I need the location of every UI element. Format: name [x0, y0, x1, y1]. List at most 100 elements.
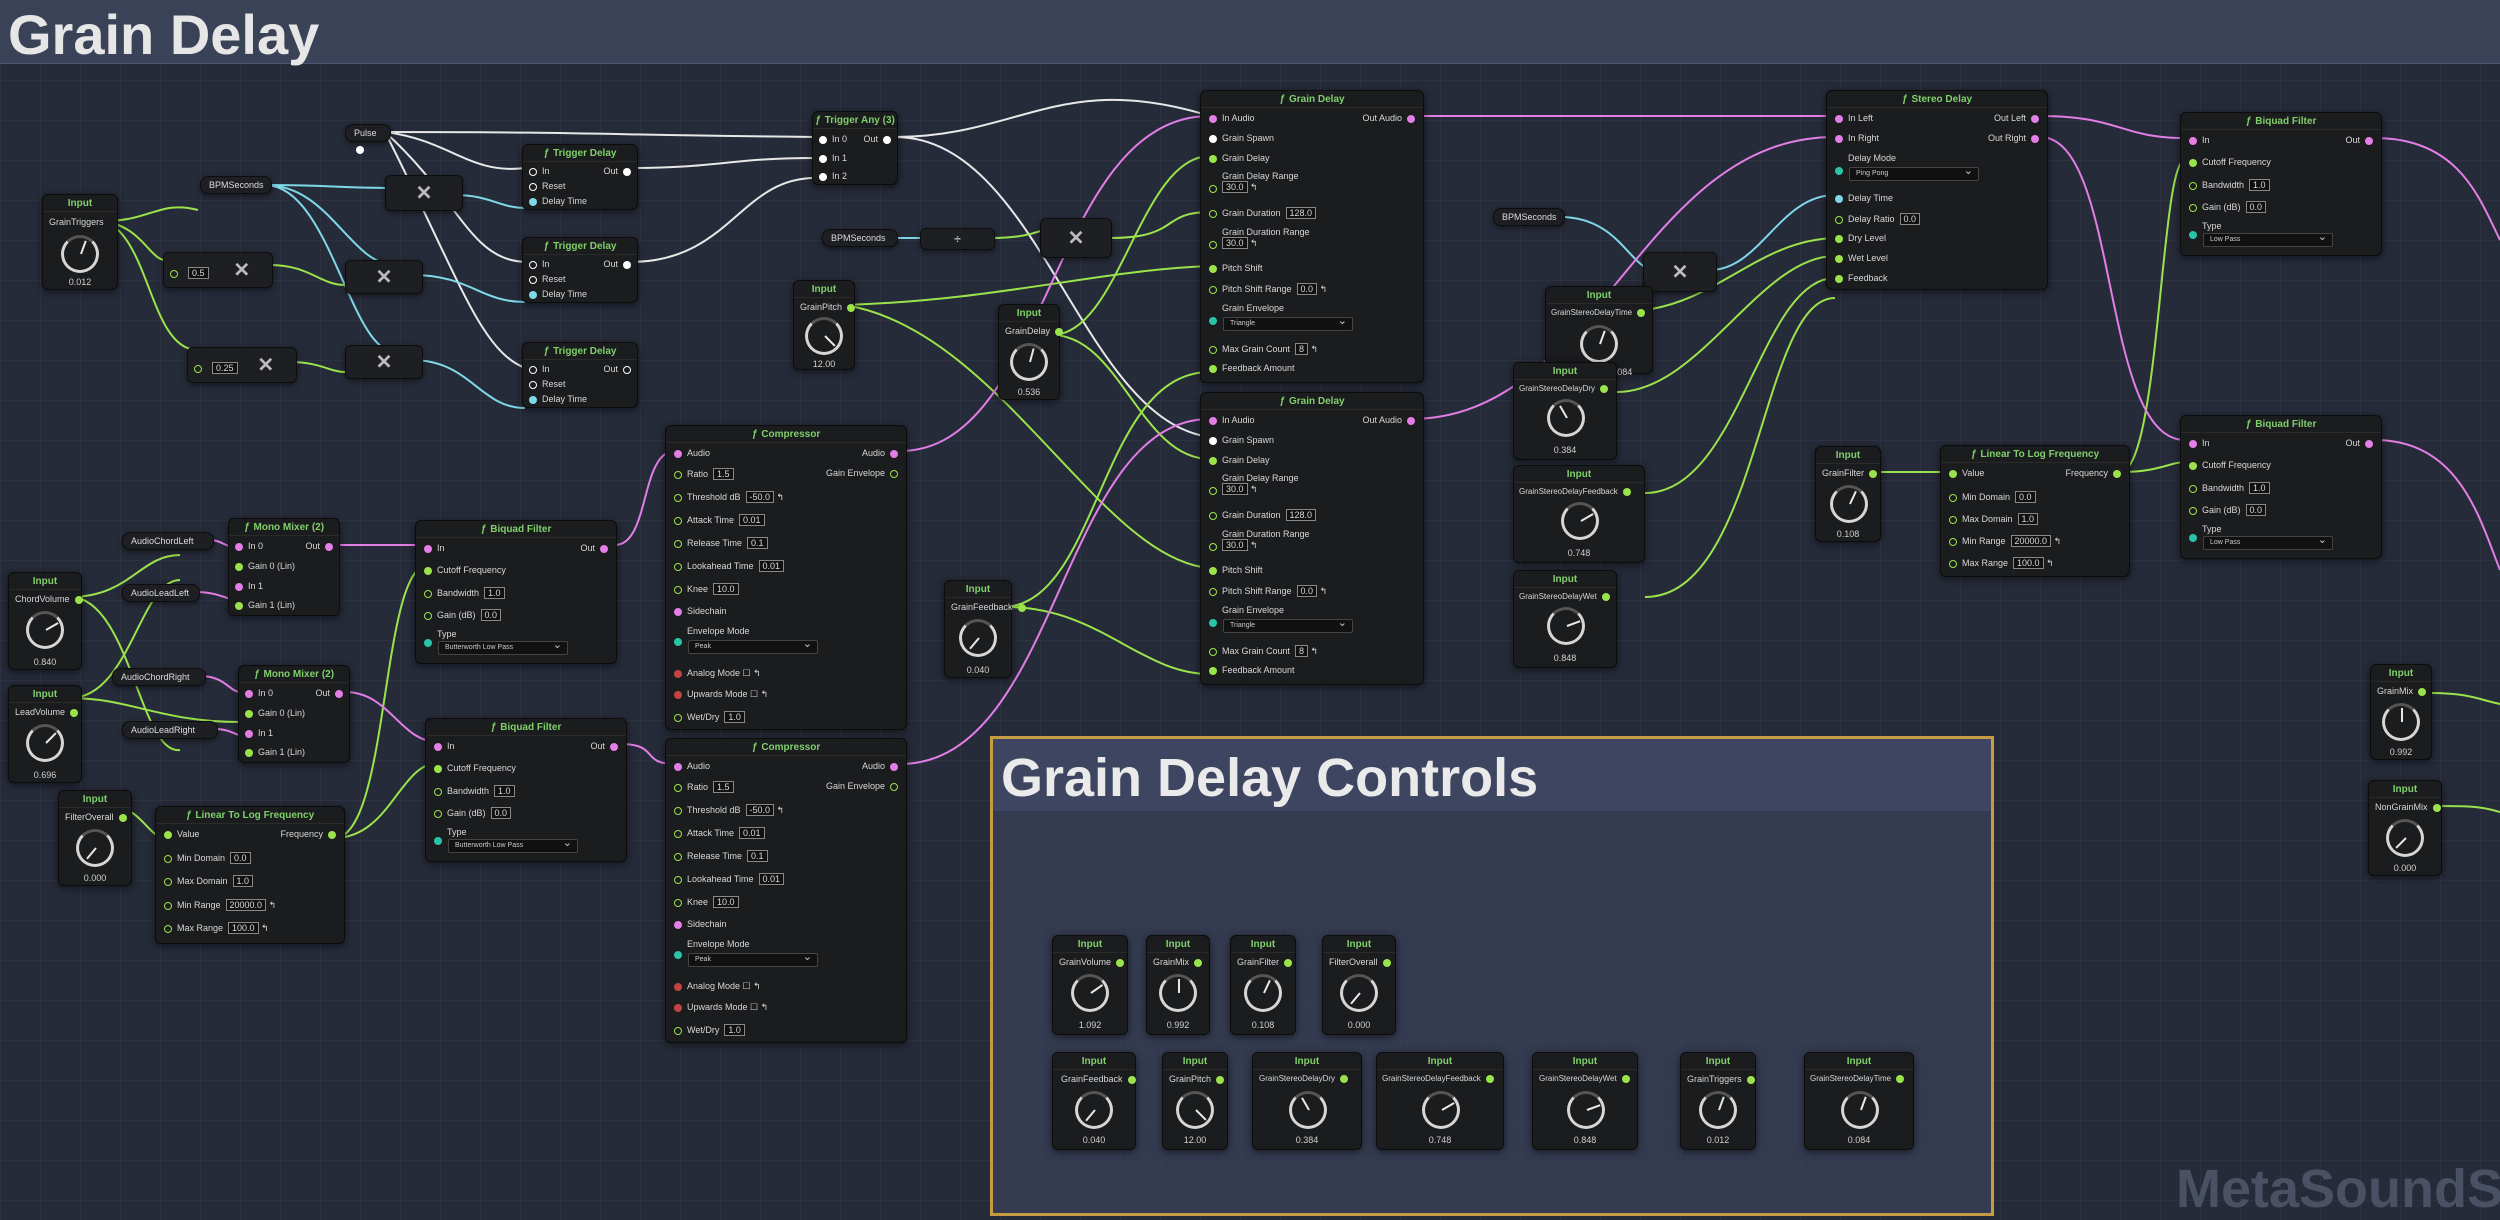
input-node-grainstereodelaywet[interactable]: Input GrainStereoDelayWet 0.848 [1513, 570, 1617, 668]
pin-in[interactable]: In [2189, 135, 2210, 145]
pin-in-0[interactable]: In 0 [235, 541, 263, 551]
pin-in-1[interactable]: In 1 [819, 153, 847, 163]
pin-grain-spawn[interactable]: Grain Spawn [1209, 133, 1274, 143]
pin-grain-duration[interactable]: Grain Duration 128.0 [1209, 207, 1317, 219]
pin-min-range[interactable]: Min Range 20000.0 ↰ [1949, 535, 2061, 547]
pin-in[interactable]: In [2189, 438, 2210, 448]
pin-gain[interactable]: Gain (dB) 0.0 [2189, 504, 2267, 516]
pin-gain-0[interactable]: Gain 0 (Lin) [245, 708, 305, 718]
knob[interactable] [1159, 974, 1197, 1012]
input-node-chordvolume[interactable]: Input ChordVolume 0.840 [8, 572, 83, 670]
knob[interactable] [1830, 485, 1868, 523]
pin-out[interactable]: Out [590, 741, 618, 751]
pin-reset[interactable]: Reset [529, 274, 566, 284]
filter-type-dropdown[interactable]: Low Pass [2203, 231, 2333, 247]
knob[interactable] [1580, 325, 1618, 363]
multiply-node[interactable]: ✕ [1643, 252, 1717, 292]
pin-audio-in[interactable]: Audio [674, 761, 710, 771]
knob[interactable] [1699, 1091, 1737, 1129]
reroute-audiochordleft[interactable]: AudioChordLeft [122, 532, 214, 550]
pin-attack-time[interactable]: Attack Time 0.01 [674, 514, 765, 526]
trigger-delay-node[interactable]: ƒ Trigger Delay In Out Reset Delay Time [522, 237, 638, 303]
envelope-mode-dropdown[interactable]: Peak [688, 638, 818, 654]
pin-in-1[interactable]: In 1 [245, 728, 273, 738]
knob[interactable] [1340, 974, 1378, 1012]
pin-out[interactable]: Out [2345, 438, 2373, 448]
pin-delay-time[interactable]: Delay Time [529, 394, 587, 404]
multiply-node[interactable]: 0.5 ✕ [163, 252, 273, 288]
knob[interactable] [805, 317, 843, 355]
control-input-grainmix[interactable]: Input GrainMix 0.992 [1146, 935, 1210, 1035]
divide-node[interactable]: ÷ [920, 228, 995, 250]
control-input-grainpitch[interactable]: Input GrainPitch 12.00 [1162, 1052, 1228, 1150]
pin-bandwidth[interactable]: Bandwidth 1.0 [424, 587, 505, 599]
grain-delay-node[interactable]: ƒ Grain Delay In Audio Out Audio Grain Sp… [1200, 392, 1424, 685]
pin-grain-delay[interactable]: Grain Delay [1209, 153, 1270, 163]
pin-grain-spawn[interactable]: Grain Spawn [1209, 435, 1274, 445]
pin-attack-time[interactable]: Attack Time 0.01 [674, 827, 765, 839]
input-node-grainfilter[interactable]: Input GrainFilter 0.108 [1815, 446, 1881, 542]
pin-pitch-shift-range[interactable]: Pitch Shift Range 0.0 ↰ [1209, 585, 1327, 597]
knob[interactable] [1547, 607, 1585, 645]
pin-grain-delay-range[interactable]: Grain Delay Range 30.0 ↰ [1209, 171, 1299, 193]
multiply-node[interactable]: ✕ [385, 175, 463, 211]
delay-mode-dropdown[interactable]: Ping Pong [1849, 165, 1979, 181]
reroute-audioleadleft[interactable]: AudioLeadLeft [122, 584, 200, 602]
pin-out[interactable]: Out [603, 166, 631, 176]
pin-lookahead-time[interactable]: Lookahead Time 0.01 [674, 560, 785, 572]
input-node-grainstereodelaydry[interactable]: Input GrainStereoDelayDry 0.384 [1513, 362, 1617, 460]
pin-out-left[interactable]: Out Left [1994, 113, 2039, 123]
comment-header[interactable]: Grain Delay Controls [993, 739, 1991, 811]
pin-in[interactable]: In [529, 364, 550, 374]
grain-delay-node[interactable]: ƒ Grain Delay In Audio Out Audio Grain Sp… [1200, 90, 1424, 383]
pin-gain-1[interactable]: Gain 1 (Lin) [245, 747, 305, 757]
pin-in-2[interactable]: In 2 [819, 171, 847, 181]
grain-envelope-dropdown[interactable]: Triangle [1223, 315, 1353, 331]
reroute-bpmseconds[interactable]: BPMSeconds [200, 176, 272, 194]
reroute-audiochordright[interactable]: AudioChordRight [112, 668, 206, 686]
pin-threshold[interactable]: Threshold dB -50.0 ↰ [674, 491, 784, 503]
control-input-grainstereodelaytime[interactable]: Input GrainStereoDelayTime 0.084 [1804, 1052, 1914, 1150]
input-node-grainstereodelayfeedback[interactable]: Input GrainStereoDelayFeedback 0.748 [1513, 465, 1645, 563]
pin-dry-level[interactable]: Dry Level [1835, 233, 1886, 243]
filter-type-dropdown[interactable]: Butterworth Low Pass [448, 837, 578, 853]
pin-sidechain[interactable]: Sidechain [674, 919, 727, 929]
trigger-delay-node[interactable]: ƒ Trigger Delay In Out Reset Delay Time [522, 342, 638, 408]
control-input-grainvolume[interactable]: Input GrainVolume 1.092 [1052, 935, 1128, 1035]
pin-wet-level[interactable]: Wet Level [1835, 253, 1888, 263]
input-node-grainmix[interactable]: Input GrainMix 0.992 [2370, 664, 2432, 760]
pin-audio-in[interactable]: Audio [674, 448, 710, 458]
pin-out-right[interactable]: Out Right [1988, 133, 2039, 143]
knob[interactable] [959, 619, 997, 657]
linear-to-log-frequency-node[interactable]: ƒ Linear To Log Frequency Value Frequency… [1940, 445, 2130, 577]
stereo-delay-node[interactable]: ƒ Stereo Delay In Left Out Left In Right … [1826, 90, 2048, 290]
pin-sidechain[interactable]: Sidechain [674, 606, 727, 616]
pin-frequency[interactable]: Frequency [280, 829, 336, 839]
pin-out[interactable]: Out [580, 543, 608, 553]
pin-ratio[interactable]: Ratio 1.5 [674, 781, 734, 793]
pin-cutoff-frequency[interactable]: Cutoff Frequency [2189, 157, 2271, 167]
pin-gain[interactable]: Gain (dB) 0.0 [2189, 201, 2267, 213]
pin-knee[interactable]: Knee 10.0 [674, 583, 739, 595]
pin[interactable] [356, 145, 364, 154]
pin-out[interactable]: Out [603, 364, 631, 374]
pin-out[interactable]: Out [305, 541, 333, 551]
pin-max-grain-count[interactable]: Max Grain Count 8 ↰ [1209, 343, 1318, 355]
pin-reset[interactable]: Reset [529, 181, 566, 191]
knob[interactable] [1010, 343, 1048, 381]
pin-audio-out[interactable]: Audio [862, 761, 898, 771]
control-input-grainstereodelayfeedback[interactable]: Input GrainStereoDelayFeedback 0.748 [1376, 1052, 1504, 1150]
pin-audio-out[interactable]: Audio [862, 448, 898, 458]
pin-gain-0[interactable]: Gain 0 (Lin) [235, 561, 295, 571]
control-input-grainfeedback[interactable]: Input GrainFeedback 0.040 [1052, 1052, 1136, 1150]
pin-bandwidth[interactable]: Bandwidth 1.0 [2189, 179, 2270, 191]
biquad-filter-node[interactable]: ƒ Biquad Filter In Out Cutoff Frequency B… [2180, 112, 2382, 256]
pin-in-audio[interactable]: In Audio [1209, 113, 1255, 123]
pin-pitch-shift-range[interactable]: Pitch Shift Range 0.0 ↰ [1209, 283, 1327, 295]
pin-out[interactable]: Out [863, 134, 891, 144]
input-node-grainstereodelaytime[interactable]: Input GrainStereoDelayTime 0.084 [1545, 286, 1653, 377]
control-input-grainfilter[interactable]: Input GrainFilter 0.108 [1230, 935, 1296, 1035]
knob[interactable] [2386, 819, 2424, 857]
pin-threshold[interactable]: Threshold dB -50.0 ↰ [674, 804, 784, 816]
biquad-filter-node[interactable]: ƒ Biquad Filter In Out Cutoff Frequency B… [415, 520, 617, 664]
